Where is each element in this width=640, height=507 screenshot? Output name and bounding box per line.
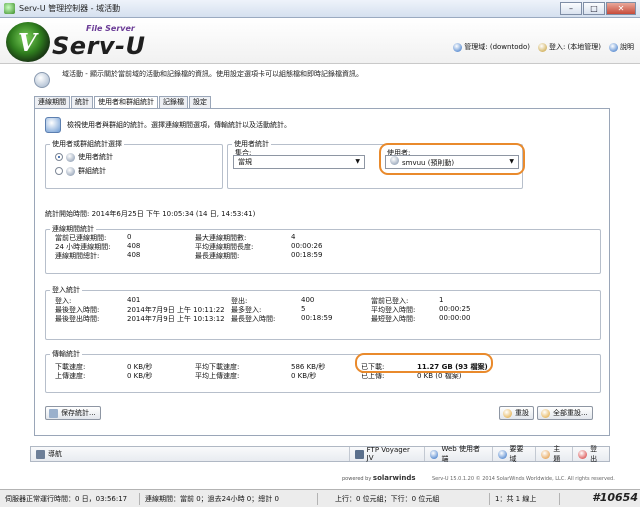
nav-strip: 導航 FTP Voyager JV Web 使用者端 要要域 主題 登出 — [30, 445, 610, 463]
domain-link[interactable]: 管理域: (downtodo) — [453, 42, 530, 52]
user-icon — [66, 152, 75, 162]
manage-icon — [497, 449, 507, 459]
save-icon — [49, 408, 58, 418]
transfer-value: 0 KB/秒 — [127, 372, 153, 380]
status-transfer: 上行：0 位元組；下行：0 位元組 — [330, 492, 490, 505]
serv-u-logo-icon: V — [6, 22, 50, 62]
stats-start-time: 統計開始時間: 2014年6月25日 下午 10:05:34 (14 日, 14… — [45, 210, 256, 218]
transfer-label: 平均上傳速度: — [195, 372, 240, 380]
login-value: 400 — [301, 296, 315, 304]
copyright: Serv-U 15.0.1.20 © 2014 SolarWinds World… — [432, 476, 615, 482]
power-icon — [578, 449, 588, 459]
user-stats-radio[interactable]: 使用者統計 — [55, 152, 113, 162]
reset-all-button[interactable]: 全部重設... — [537, 406, 593, 420]
status-bar: 伺服器正常運行時間：0 日，03:56:17 連線期間：當前 0；過去24小時 … — [0, 489, 640, 507]
activity-icon — [34, 72, 50, 88]
tab-logs[interactable]: 記錄檔 — [159, 96, 188, 108]
login-link[interactable]: 登入: (本地管理) — [537, 42, 601, 52]
radio-button[interactable] — [55, 153, 63, 161]
intro-text: 檢視使用者與群組的統計。選擇連線期間選項，傳輸統計以及活動統計。 — [67, 121, 291, 129]
web-client-link[interactable]: Web 使用者端 — [423, 445, 492, 463]
minimize-button[interactable]: – — [560, 2, 582, 15]
window-title: Serv-U 管理控制器 - 域活動 — [19, 4, 121, 13]
login-value: 401 — [127, 296, 141, 304]
watermark: #10654 — [592, 491, 638, 504]
login-value: 00:00:25 — [439, 305, 471, 313]
status-sessions: 連線期間：當前 0；過去24小時 0；總計 0 — [140, 492, 318, 505]
reset-all-icon — [541, 408, 550, 418]
transfer-value: 0 KB/秒 — [291, 372, 317, 380]
session-value: 00:18:59 — [291, 251, 323, 259]
nav-toggle[interactable]: 導航 — [31, 447, 349, 461]
dropdown-arrow-icon: ▼ — [355, 158, 360, 165]
session-value: 408 — [127, 251, 141, 259]
ftp-voyager-link[interactable]: FTP Voyager JV — [348, 446, 424, 462]
highlight-downloaded — [355, 353, 493, 373]
login-label: 最長登入時間: — [231, 315, 276, 323]
login-value: 00:00:00 — [439, 314, 471, 322]
maximize-button[interactable]: □ — [583, 2, 605, 15]
login-value: 00:18:59 — [301, 314, 333, 322]
theme-icon — [541, 449, 551, 459]
tab-panel: 檢視使用者與群組的統計。選擇連線期間選項，傳輸統計以及活動統計。 使用者或群組統… — [34, 108, 610, 436]
powered-by: powered by solarwinds — [342, 474, 416, 482]
intro: 檢視使用者與群組的統計。選擇連線期間選項，傳輸統計以及活動統計。 — [45, 117, 291, 133]
login-label: 最後登出時間: — [55, 315, 100, 323]
group-stats-radio[interactable]: 群組統計 — [55, 166, 106, 176]
radio-button[interactable] — [55, 167, 63, 175]
tab-bar: 連線期間 統計 使用者和群組統計 記錄檔 設定 — [34, 96, 212, 109]
login-value: 5 — [301, 305, 306, 313]
tab-settings[interactable]: 設定 — [189, 96, 211, 108]
tab-statistics[interactable]: 統計 — [71, 96, 93, 108]
users-icon — [45, 117, 61, 133]
login-label: 最短登入時間: — [371, 315, 416, 323]
transfer-label: 上傳速度: — [55, 372, 86, 380]
session-value: 408 — [127, 242, 141, 250]
login-value: 1 — [439, 296, 444, 304]
help-icon — [609, 42, 618, 52]
nav-grid-icon — [36, 449, 45, 459]
manage-domain-link[interactable]: 要要域 — [491, 445, 536, 463]
highlight-user-select — [379, 143, 525, 175]
session-label: 最長連線期間: — [195, 252, 240, 260]
login-value: 2014年7月9日 上午 10:13:12 — [127, 315, 225, 323]
app-icon — [4, 3, 15, 14]
stat-type-group: 使用者或群組統計選擇 — [45, 139, 223, 189]
reset-button[interactable]: 重設 — [499, 406, 534, 420]
session-value: 00:00:26 — [291, 242, 323, 250]
header-banner: V File Server Serv-U 管理域: (downtodo) 登入:… — [0, 18, 640, 64]
page-description: 域活動 - 顯示關於當前域的活動和記錄檔的資訊。使用設定選項卡可以組態檔和即時記… — [62, 70, 363, 78]
group-icon — [66, 166, 75, 176]
status-uptime: 伺服器正常運行時間：0 日，03:56:17 — [0, 492, 140, 505]
brand-name: Serv-U — [52, 32, 146, 60]
logout-link[interactable]: 登出 — [572, 445, 609, 463]
page-header: 域活動 - 顯示關於當前域的活動和記錄檔的資訊。使用設定選項卡可以組態檔和即時記… — [30, 66, 610, 94]
save-stats-button[interactable]: 保存統計... — [45, 406, 101, 420]
title-bar: Serv-U 管理控制器 - 域活動 – □ ✕ — [0, 0, 640, 18]
web-icon — [429, 449, 439, 459]
status-online: 1：共 1 線上 — [490, 492, 560, 505]
close-button[interactable]: ✕ — [606, 2, 636, 15]
reset-icon — [503, 408, 512, 418]
session-label: 連線期間總計: — [55, 252, 100, 260]
session-value: 0 — [127, 233, 132, 241]
ftp-voyager-icon — [354, 449, 364, 459]
top-links: 管理域: (downtodo) 登入: (本地管理) 說明 — [453, 42, 634, 52]
tab-sessions[interactable]: 連線期間 — [34, 96, 70, 108]
window-controls: – □ ✕ — [559, 2, 636, 15]
theme-link[interactable]: 主題 — [535, 445, 572, 463]
collection-select[interactable]: 當規 ▼ — [233, 155, 365, 169]
session-value: 4 — [291, 233, 296, 241]
globe-icon — [453, 42, 463, 52]
user-icon — [537, 42, 547, 52]
help-link[interactable]: 說明 — [609, 42, 634, 52]
